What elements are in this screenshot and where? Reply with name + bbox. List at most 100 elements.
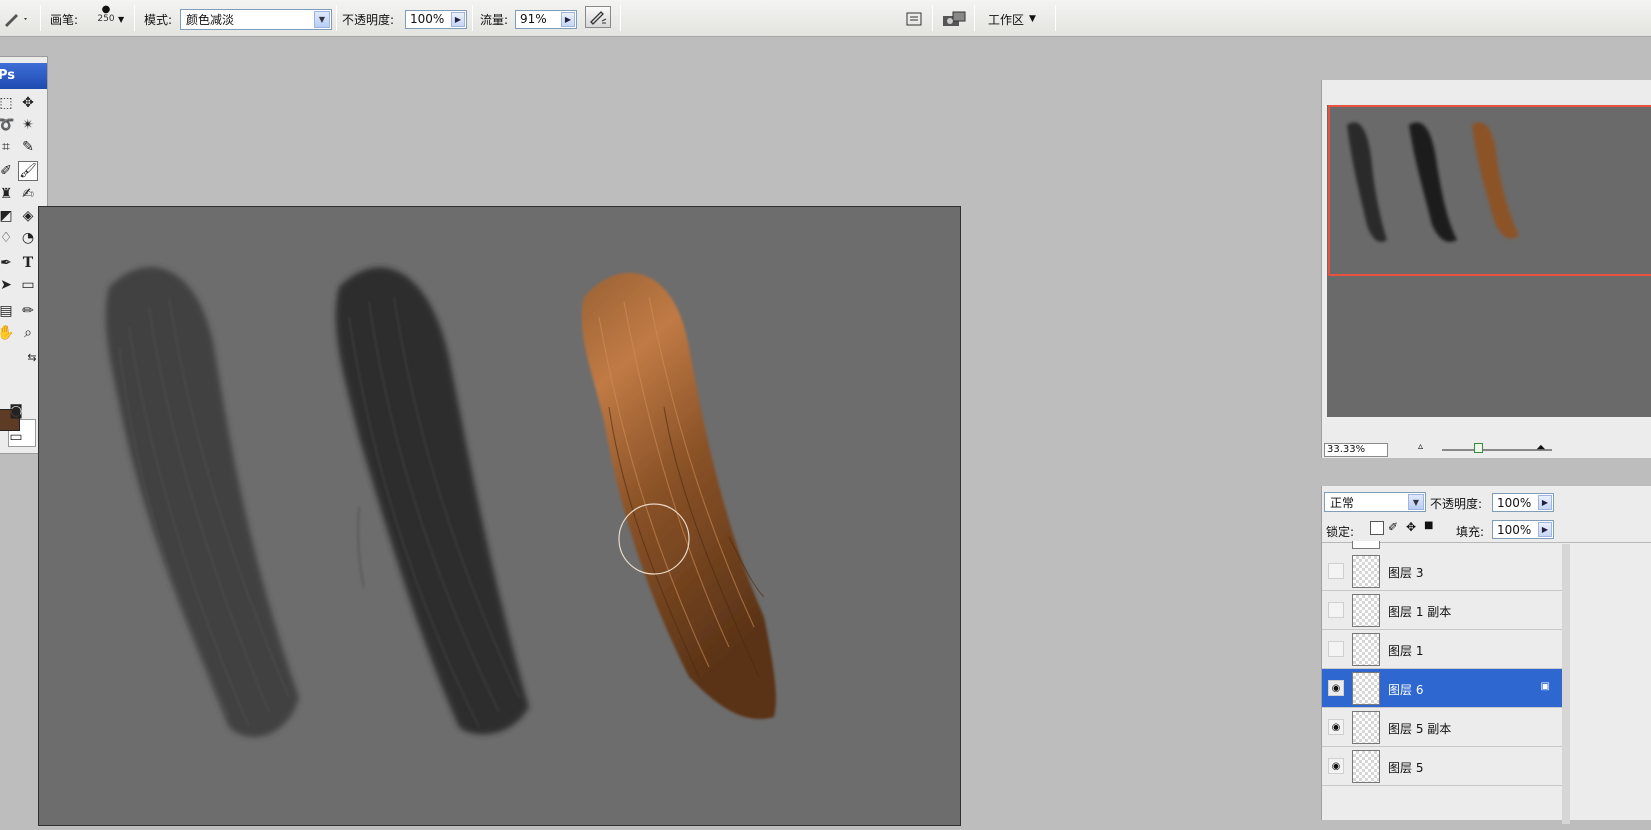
flow-value: 91%	[520, 12, 547, 26]
airbrush-button[interactable]	[585, 6, 611, 28]
options-bar: 画笔: ● 250 ▼ 模式: 颜色减淡 ▼ 不透明度: 100% ▶ 流量: …	[0, 0, 1651, 37]
lock-all-icon[interactable]: ■	[1424, 520, 1433, 531]
chevron-right-icon[interactable]: ▶	[1538, 495, 1552, 510]
lock-transparency-icon[interactable]	[1370, 521, 1384, 535]
layer-thumbnail	[1352, 594, 1380, 627]
screen-mode-icon[interactable]: ▭	[6, 427, 26, 447]
layer-thumbnail	[1352, 750, 1380, 783]
tool-preset-picker[interactable]	[2, 8, 28, 30]
layer-opacity-value: 100%	[1497, 495, 1532, 510]
layer-name: 图层 5 副本	[1388, 722, 1452, 736]
eye-icon[interactable]: ◉	[1328, 719, 1344, 735]
eraser-tool-icon[interactable]: ◩	[0, 206, 16, 226]
eye-icon[interactable]: ◉	[1328, 680, 1344, 696]
crop-tool-icon[interactable]: ⌗	[0, 137, 16, 157]
fill-label: 填充:	[1456, 525, 1485, 539]
document-canvas[interactable]	[38, 206, 961, 826]
layer-name: 图层 6	[1388, 683, 1424, 697]
hair-strand-grey	[105, 267, 299, 737]
blend-mode-value: 正常	[1330, 495, 1355, 510]
lock-label: 锁定:	[1326, 525, 1355, 539]
workspace-icon: ▼	[1029, 14, 1036, 24]
layer-row[interactable]: ◉ 图层 5 副本	[1322, 708, 1562, 747]
airbrush-icon	[590, 11, 607, 25]
layer-name: 图层 5	[1388, 761, 1424, 775]
layers-panel: 正常 ▼ 不透明度: 100% ▶ 锁定: ✐ ✥ ■ 填充: 100% ▶ 图…	[1321, 486, 1651, 824]
layer-thumbnail	[1352, 555, 1380, 588]
lock-position-icon[interactable]: ✥	[1406, 520, 1416, 534]
hand-tool-icon[interactable]: ✋	[0, 323, 16, 343]
layer-row[interactable]: ◉ 图层 5	[1322, 747, 1562, 786]
brush-tool-icon[interactable]: 🖌	[18, 161, 38, 181]
type-tool-icon[interactable]: T	[18, 253, 38, 273]
palette-well-button[interactable]	[904, 8, 924, 30]
layer-opacity-field[interactable]: 100% ▶	[1492, 493, 1554, 512]
lasso-tool-icon[interactable]: ➰	[0, 115, 16, 135]
magic-wand-tool-icon[interactable]: ✴	[18, 115, 38, 135]
zoom-field[interactable]: 33.33%	[1324, 443, 1388, 457]
flow-field[interactable]: 91% ▶	[515, 9, 577, 29]
layers-scrollbar[interactable]	[1562, 544, 1570, 824]
dodge-tool-icon[interactable]: ◔	[18, 228, 38, 248]
notes-tool-icon[interactable]: ▤	[0, 301, 16, 321]
history-brush-tool-icon[interactable]: ✍	[18, 184, 38, 204]
healing-brush-tool-icon[interactable]: ✐	[0, 161, 16, 181]
brush-picker[interactable]: ● 250	[92, 5, 120, 28]
brush-size: 250	[97, 14, 115, 24]
chevron-right-icon[interactable]: ▶	[561, 11, 575, 27]
eye-icon[interactable]: ◉	[1328, 758, 1344, 774]
marquee-tool-icon[interactable]: ⬚	[0, 93, 16, 113]
lock-pixels-icon[interactable]: ✐	[1388, 520, 1398, 534]
workspace-menu[interactable]: 工作区 ▼	[988, 8, 1036, 30]
brush-icon	[5, 14, 27, 27]
chevron-down-icon: ▼	[314, 10, 330, 28]
blend-mode-select[interactable]: 正常 ▼	[1324, 492, 1426, 512]
layer-row[interactable]: 图层 1 副本	[1322, 591, 1562, 630]
visibility-toggle[interactable]	[1328, 641, 1344, 657]
visibility-toggle[interactable]	[1328, 563, 1344, 579]
opacity-value: 100%	[410, 12, 445, 26]
workspace-label: 工作区	[988, 12, 1025, 27]
fill-value: 100%	[1497, 522, 1532, 537]
path-selection-tool-icon[interactable]: ➤	[0, 275, 16, 295]
file-browser-button[interactable]	[941, 8, 969, 30]
layer-name: 图层 1 副本	[1388, 605, 1452, 619]
zoom-slider-thumb[interactable]	[1474, 443, 1483, 453]
lock-icon: ▣	[1540, 681, 1550, 692]
layer-row[interactable]: 图层 3	[1322, 552, 1562, 591]
zoom-tool-icon[interactable]: ⌕	[18, 323, 38, 343]
move-tool-icon[interactable]: ✥	[18, 93, 38, 113]
rectangle-tool-icon[interactable]: ▭	[18, 275, 38, 295]
quick-mask-icon[interactable]: ◙	[6, 401, 26, 421]
brush-picker-dropdown[interactable]: ▼	[118, 8, 124, 30]
layer-row[interactable]: 图层 1	[1322, 630, 1562, 669]
hair-painting	[105, 267, 776, 737]
chevron-down-icon: ▼	[1408, 494, 1424, 510]
blur-tool-icon[interactable]: ♢	[0, 228, 16, 248]
eyedropper-tool-icon[interactable]: ✏	[18, 301, 38, 321]
zoom-in-icon[interactable]: ⏶	[1536, 440, 1546, 455]
mode-value: 颜色减淡	[186, 12, 235, 27]
layer-row-selected[interactable]: ◉ 图层 6 ▣	[1322, 669, 1562, 708]
opacity-label: 不透明度:	[342, 12, 395, 27]
toolbox-title: Ps	[0, 63, 47, 89]
navigator-view-box[interactable]	[1328, 105, 1651, 276]
paint-bucket-tool-icon[interactable]: ◈	[18, 206, 38, 226]
layer-name: 图层 3	[1388, 566, 1424, 580]
mode-select[interactable]: 颜色减淡 ▼	[180, 8, 332, 30]
chevron-right-icon[interactable]: ▶	[451, 11, 465, 27]
clone-stamp-tool-icon[interactable]: ♜	[0, 184, 16, 204]
fill-field[interactable]: 100% ▶	[1492, 520, 1554, 539]
visibility-toggle[interactable]	[1328, 602, 1344, 618]
layer-thumbnail	[1352, 672, 1380, 705]
opacity-field[interactable]: 100% ▶	[405, 9, 467, 29]
file-browser-icon	[943, 11, 966, 26]
pen-tool-icon[interactable]: ✒	[0, 253, 16, 273]
navigator-controls: 33.33% ▵ ⏶	[1322, 438, 1651, 458]
navigator-panel: 33.33% ▵ ⏶	[1321, 80, 1651, 458]
layer-opacity-label: 不透明度:	[1430, 497, 1483, 511]
hair-strand-dark	[335, 267, 529, 735]
chevron-right-icon[interactable]: ▶	[1538, 522, 1552, 537]
slice-tool-icon[interactable]: ✎	[18, 137, 38, 157]
zoom-out-icon[interactable]: ▵	[1418, 441, 1423, 452]
